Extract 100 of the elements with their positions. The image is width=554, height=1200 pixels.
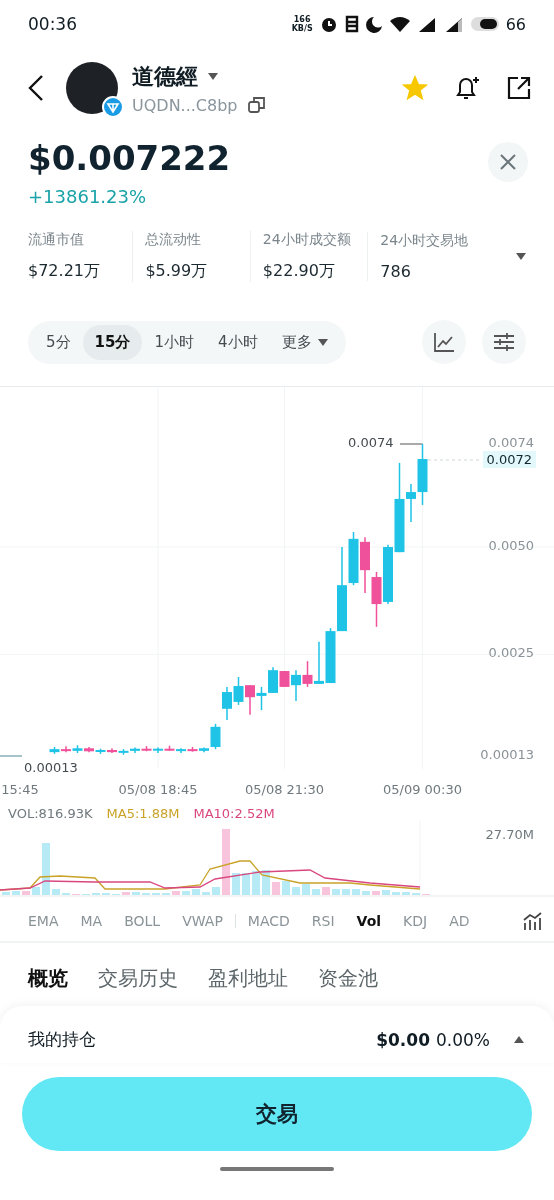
candle (360, 536, 370, 594)
indicator-tab[interactable]: EMA (28, 913, 59, 929)
bell-plus-icon[interactable] (454, 74, 480, 102)
candle (233, 676, 244, 706)
y-axis-label: 0.00013 (480, 747, 534, 762)
indicator-tab[interactable]: AD (449, 913, 470, 929)
stat-label: 总流动性 (145, 231, 203, 249)
volume-bar (132, 892, 140, 895)
volume-bar (372, 891, 380, 895)
volume-bar (362, 891, 370, 895)
timeframe-tab[interactable]: 15分 (82, 324, 143, 360)
low-marker-line (0, 755, 23, 757)
volume-bar (42, 843, 50, 895)
volume-bar (242, 873, 250, 895)
volume-bar (172, 891, 180, 895)
volume-bar (252, 871, 260, 895)
line-chart-icon (433, 332, 455, 352)
candle (245, 684, 255, 716)
copy-icon[interactable] (247, 96, 266, 114)
timeframe-tab[interactable]: 5分 (34, 324, 83, 360)
candle (222, 686, 232, 721)
section-tab[interactable]: 交易历史 (98, 965, 178, 992)
stat-label: 流通市值 (28, 231, 85, 249)
volume-bar (2, 892, 10, 895)
star-icon[interactable] (402, 75, 428, 101)
expand-caret-icon (516, 253, 526, 260)
volume-legend: VOL:816.93K (8, 806, 93, 821)
current-price-tag: 0.0072 (482, 451, 536, 468)
section-tab[interactable]: 盈利地址 (208, 965, 288, 992)
indicator-tab[interactable]: KDJ (403, 913, 428, 929)
stat-label: 24小时成交额 (262, 231, 352, 249)
high-price-marker: 0.0074 (348, 435, 394, 450)
volume-bar (12, 891, 20, 895)
volume-bar (282, 881, 290, 895)
candle (256, 686, 267, 711)
volume-bar (272, 882, 280, 895)
holdings-change: 0.00% (436, 1029, 490, 1050)
volume-bar (352, 889, 360, 895)
timeframe-tab[interactable]: 4小时 (205, 324, 270, 360)
ma5-legend: MA5:1.88M (106, 806, 180, 821)
volume-bar (192, 889, 200, 895)
section-tab[interactable]: 资金池 (318, 965, 378, 992)
volume-bar (212, 887, 220, 895)
indicator-tab[interactable]: MACD (247, 913, 290, 929)
volume-bar (202, 892, 210, 895)
line-chart-button[interactable] (422, 320, 466, 364)
x-axis-label: 05/08 18:45 (118, 782, 198, 797)
volume-bar (32, 887, 40, 895)
candle (72, 744, 83, 754)
y-axis-label: 0.0025 (488, 645, 534, 661)
caret-icon (317, 338, 328, 346)
network-speed: 166 KB/S (291, 15, 313, 33)
indicator-tab[interactable]: BOLL (124, 913, 161, 929)
low-price-marker: 0.00013 (24, 760, 78, 775)
indicator-tab[interactable]: VWAP (182, 913, 223, 929)
indicator-tab[interactable]: RSI (311, 913, 335, 929)
candle (371, 571, 382, 628)
section-tab[interactable]: 概览 (28, 965, 68, 992)
volume-bar (402, 892, 410, 895)
indicator-tab[interactable]: MA (80, 913, 103, 929)
battery-icon (470, 17, 499, 31)
ma10-legend: MA10:2.52M (193, 806, 275, 821)
candle (49, 746, 60, 755)
wifi-icon (389, 16, 410, 32)
trade-button[interactable]: 交易 (22, 1077, 532, 1151)
timeframe-tab[interactable]: 更多 (269, 324, 340, 360)
x-axis-label: 15:45 (1, 782, 39, 797)
volume-bar (292, 887, 300, 895)
volume-bar (322, 887, 330, 895)
volume-bar (312, 889, 320, 895)
stat-value: 786 (380, 262, 412, 281)
share-icon[interactable] (506, 75, 532, 101)
calendar-icon (344, 15, 359, 33)
battery-level: 66 (505, 14, 526, 34)
indicator-tab[interactable]: Vol (356, 913, 382, 929)
x-axis-label: 05/08 21:30 (244, 782, 325, 797)
timeframe-tab[interactable]: 1小时 (142, 324, 206, 360)
settings-button[interactable] (482, 320, 526, 364)
holdings-value: $0.00 (376, 1029, 430, 1050)
indicator-settings-icon[interactable] (522, 911, 542, 931)
status-time: 00:36 (28, 14, 77, 34)
back-icon[interactable] (28, 74, 44, 102)
stat-value: $72.21万 (28, 261, 101, 282)
volume-bar (182, 891, 190, 895)
volume-axis-label: 27.70M (485, 827, 534, 842)
x-axis-label: 05/09 00:30 (382, 782, 463, 797)
x-social-button[interactable] (488, 142, 528, 182)
volume-bar (262, 870, 270, 895)
ton-badge-icon (102, 96, 124, 118)
volume-bar (22, 891, 30, 895)
volume-bar (332, 889, 340, 895)
volume-bar (232, 873, 240, 895)
volume-bar (222, 829, 230, 895)
x-logo-icon (499, 153, 517, 171)
y-axis-label: 0.0050 (488, 538, 534, 553)
caret-icon[interactable] (514, 1036, 524, 1043)
token-price: $0.007222 (28, 138, 231, 178)
volume-bar (392, 892, 400, 895)
volume-bar (122, 892, 130, 895)
price-change: +13861.23% (28, 186, 148, 207)
